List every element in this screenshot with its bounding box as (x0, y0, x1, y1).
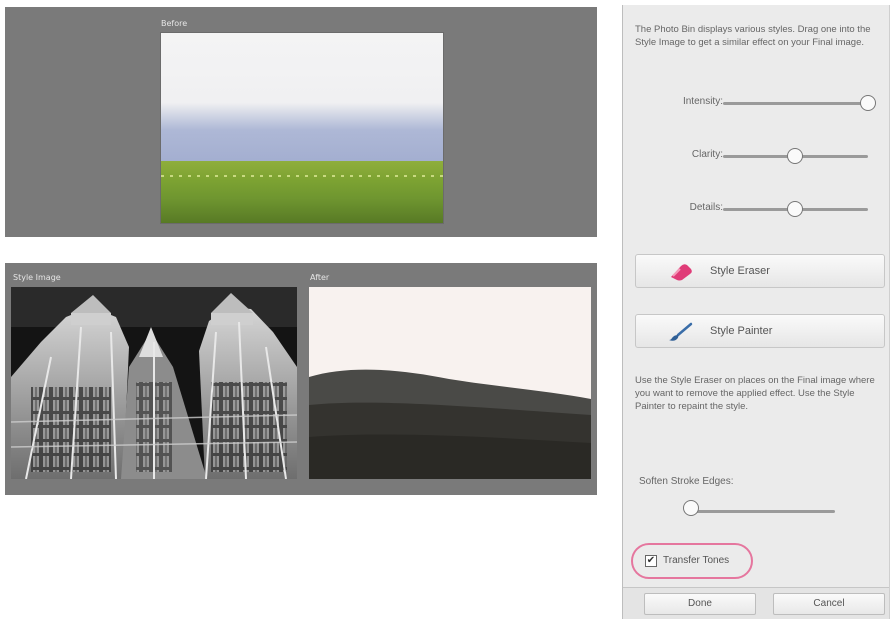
after-label: After (310, 273, 330, 282)
eraser-icon (668, 262, 694, 282)
intensity-track[interactable] (723, 102, 868, 105)
details-label: Details: (689, 202, 723, 213)
transfer-tones-highlight: ✔ Transfer Tones (631, 543, 753, 579)
soften-edges-label: Soften Stroke Edges: (639, 476, 734, 487)
transfer-tones-label[interactable]: Transfer Tones (663, 555, 729, 566)
before-image (161, 33, 443, 223)
cancel-button[interactable]: Cancel (773, 593, 885, 615)
dialog-footer: Done Cancel (623, 587, 889, 619)
intensity-label: Intensity: (682, 96, 723, 107)
done-button[interactable]: Done (644, 593, 756, 615)
details-slider[interactable]: Details: (623, 199, 883, 219)
style-settings-panel: The Photo Bin displays various styles. D… (622, 5, 890, 619)
paintbrush-icon (668, 322, 694, 342)
style-eraser-label: Style Eraser (710, 265, 770, 277)
after-image[interactable] (309, 287, 591, 479)
style-painter-button[interactable]: Style Painter (635, 314, 885, 348)
clarity-label: Clarity: (691, 149, 723, 160)
style-image-label: Style Image (13, 273, 61, 282)
clarity-handle[interactable] (787, 148, 803, 164)
style-image[interactable] (11, 287, 297, 479)
style-painter-label: Style Painter (710, 325, 773, 337)
intro-text: The Photo Bin displays various styles. D… (635, 24, 871, 48)
soften-edges-handle[interactable] (683, 500, 699, 516)
before-preview-panel: Before (5, 7, 597, 237)
soften-edges-track[interactable] (691, 510, 835, 513)
transfer-tones-checkbox[interactable]: ✔ (645, 555, 657, 567)
intensity-handle[interactable] (860, 95, 876, 111)
details-handle[interactable] (787, 201, 803, 217)
before-label: Before (161, 19, 188, 28)
style-and-after-panel: Style Image After (5, 263, 597, 495)
intensity-slider[interactable]: Intensity: (623, 93, 883, 113)
style-eraser-button[interactable]: Style Eraser (635, 254, 885, 288)
clarity-slider[interactable]: Clarity: (623, 146, 883, 166)
help-text: Use the Style Eraser on places on the Fi… (635, 375, 875, 412)
